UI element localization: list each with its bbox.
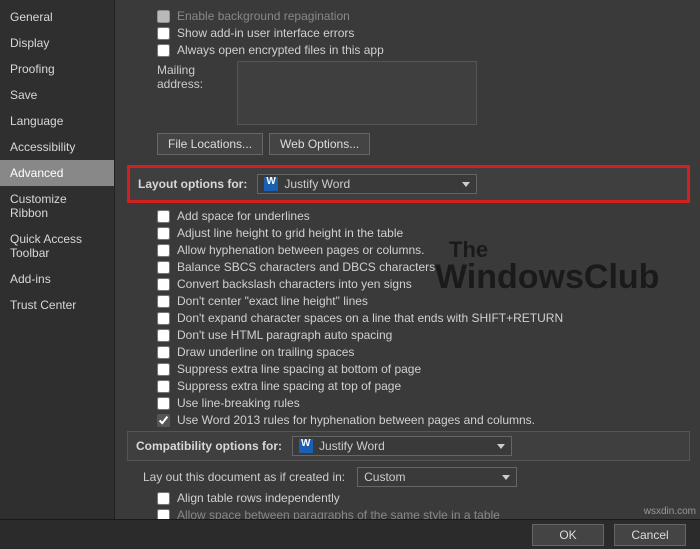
layout-option-checkbox[interactable] — [157, 261, 170, 274]
checkbox-align-table-rows[interactable] — [157, 492, 170, 505]
ok-button[interactable]: OK — [532, 524, 604, 546]
sidebar-item-accessibility[interactable]: Accessibility — [0, 134, 114, 160]
web-options-button[interactable]: Web Options... — [269, 133, 370, 155]
layout-option-row: Suppress extra line spacing at bottom of… — [127, 362, 690, 376]
compatibility-options-label: Compatibility options for: — [136, 439, 282, 453]
layout-option-row: Don't center "exact line height" lines — [127, 294, 690, 308]
label-encrypted: Always open encrypted files in this app — [177, 43, 384, 57]
layout-as-if-row: Lay out this document as if created in: … — [143, 467, 690, 487]
option-repagination: Enable background repagination — [127, 9, 690, 23]
layout-option-checkbox[interactable] — [157, 295, 170, 308]
layout-option-label: Convert backslash characters into yen si… — [177, 277, 412, 291]
layout-option-label: Balance SBCS characters and DBCS charact… — [177, 260, 435, 274]
layout-option-label: Add space for underlines — [177, 209, 310, 223]
layout-as-if-label: Lay out this document as if created in: — [143, 470, 345, 484]
layout-option-label: Adjust line height to grid height in the… — [177, 226, 403, 240]
sidebar-item-general[interactable]: General — [0, 4, 114, 30]
mailing-address-row: Mailing address: — [127, 61, 690, 125]
sidebar-item-display[interactable]: Display — [0, 30, 114, 56]
sidebar-item-advanced[interactable]: Advanced — [0, 160, 114, 186]
layout-option-label: Suppress extra line spacing at top of pa… — [177, 379, 401, 393]
sidebar-item-quick-access-toolbar[interactable]: Quick Access Toolbar — [0, 226, 114, 266]
compatibility-doc-select[interactable]: Justify Word — [292, 436, 512, 456]
word-doc-icon — [264, 177, 278, 191]
layout-as-if-select[interactable]: Custom — [357, 467, 517, 487]
checkbox-repagination — [157, 10, 170, 23]
layout-option-checkbox[interactable] — [157, 363, 170, 376]
layout-option-row: Don't expand character spaces on a line … — [127, 311, 690, 325]
layout-options-doc-select[interactable]: Justify Word — [257, 174, 477, 194]
chevron-down-icon — [502, 475, 510, 480]
cancel-button[interactable]: Cancel — [614, 524, 686, 546]
option-encrypted: Always open encrypted files in this app — [127, 43, 690, 57]
layout-option-row: Convert backslash characters into yen si… — [127, 277, 690, 291]
layout-option-checkbox[interactable] — [157, 244, 170, 257]
layout-as-if-value: Custom — [364, 470, 405, 484]
layout-option-label: Allow hyphenation between pages or colum… — [177, 243, 425, 257]
sidebar-item-customize-ribbon[interactable]: Customize Ribbon — [0, 186, 114, 226]
layout-option-checkbox[interactable] — [157, 278, 170, 291]
option-align-table-rows: Align table rows independently — [127, 491, 690, 505]
compatibility-doc-value: Justify Word — [319, 439, 385, 453]
options-panel: Enable background repagination Show add-… — [115, 0, 700, 549]
layout-option-label: Don't use HTML paragraph auto spacing — [177, 328, 392, 342]
label-repagination: Enable background repagination — [177, 9, 350, 23]
layout-option-checkbox[interactable] — [157, 414, 170, 427]
layout-option-checkbox[interactable] — [157, 210, 170, 223]
layout-option-checkbox[interactable] — [157, 227, 170, 240]
word-doc-icon — [299, 439, 313, 453]
dialog-footer: OK Cancel — [0, 519, 700, 549]
option-addin-errors: Show add-in user interface errors — [127, 26, 690, 40]
layout-option-label: Don't center "exact line height" lines — [177, 294, 368, 308]
layout-option-checkbox[interactable] — [157, 329, 170, 342]
mailing-address-input[interactable] — [237, 61, 477, 125]
layout-option-row: Add space for underlines — [127, 209, 690, 223]
file-locations-button[interactable]: File Locations... — [157, 133, 263, 155]
label-addin-errors: Show add-in user interface errors — [177, 26, 354, 40]
label-align-table-rows: Align table rows independently — [177, 491, 340, 505]
checkbox-addin-errors[interactable] — [157, 27, 170, 40]
layout-option-label: Use Word 2013 rules for hyphenation betw… — [177, 413, 535, 427]
layout-options-label: Layout options for: — [138, 177, 247, 191]
sidebar-item-save[interactable]: Save — [0, 82, 114, 108]
sidebar-item-trust-center[interactable]: Trust Center — [0, 292, 114, 318]
layout-option-checkbox[interactable] — [157, 346, 170, 359]
layout-option-label: Don't expand character spaces on a line … — [177, 311, 563, 325]
layout-option-label: Suppress extra line spacing at bottom of… — [177, 362, 421, 376]
sidebar-item-language[interactable]: Language — [0, 108, 114, 134]
layout-option-row: Balance SBCS characters and DBCS charact… — [127, 260, 690, 274]
compatibility-options-section: Compatibility options for: Justify Word — [127, 431, 690, 461]
layout-option-row: Draw underline on trailing spaces — [127, 345, 690, 359]
checkbox-encrypted[interactable] — [157, 44, 170, 57]
mailing-address-label: Mailing address: — [157, 61, 237, 91]
sidebar-item-proofing[interactable]: Proofing — [0, 56, 114, 82]
options-sidebar: General Display Proofing Save Language A… — [0, 0, 115, 549]
layout-option-row: Use line-breaking rules — [127, 396, 690, 410]
chevron-down-icon — [462, 182, 470, 187]
layout-option-row: Allow hyphenation between pages or colum… — [127, 243, 690, 257]
layout-option-checkbox[interactable] — [157, 397, 170, 410]
layout-option-checkbox[interactable] — [157, 312, 170, 325]
chevron-down-icon — [497, 444, 505, 449]
layout-option-row: Adjust line height to grid height in the… — [127, 226, 690, 240]
sidebar-item-add-ins[interactable]: Add-ins — [0, 266, 114, 292]
layout-option-label: Use line-breaking rules — [177, 396, 300, 410]
layout-option-row: Suppress extra line spacing at top of pa… — [127, 379, 690, 393]
corner-watermark: wsxdin.com — [644, 506, 696, 517]
layout-doc-value: Justify Word — [284, 177, 350, 191]
layout-options-section: Layout options for: Justify Word — [127, 165, 690, 203]
layout-option-row: Don't use HTML paragraph auto spacing — [127, 328, 690, 342]
layout-option-label: Draw underline on trailing spaces — [177, 345, 354, 359]
layout-option-checkbox[interactable] — [157, 380, 170, 393]
layout-option-row: Use Word 2013 rules for hyphenation betw… — [127, 413, 690, 427]
